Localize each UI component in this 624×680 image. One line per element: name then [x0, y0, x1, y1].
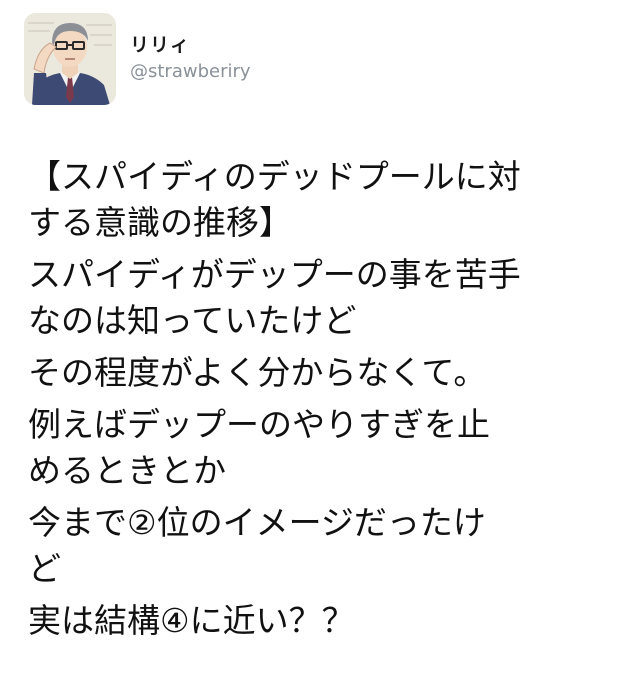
display-name[interactable]: リリィ	[130, 32, 251, 58]
tweet-line: 【スパイディのデッドプールに対	[28, 157, 521, 196]
user-avatar[interactable]	[24, 13, 116, 105]
tweet-line: その程度がよく分からなくて。	[28, 353, 487, 392]
tweet-text: 【スパイディのデッドプールに対 する意識の推移】 スパイディがデップーの事を苦手…	[28, 154, 616, 644]
tweet-line: ど	[28, 549, 61, 588]
tweet-line: めるときとか	[28, 451, 226, 490]
avatar-illustration-icon	[24, 13, 116, 105]
tweet-line: なのは知っていたけど	[28, 301, 357, 340]
user-meta: リリィ @strawberiry	[130, 32, 251, 86]
tweet-line: 実は結構④に近い？？	[28, 601, 355, 640]
user-handle[interactable]: @strawberiry	[130, 58, 251, 86]
tweet-line: 今まで②位のイメージだったけ	[28, 503, 486, 542]
tweet-header: リリィ @strawberiry	[24, 13, 251, 105]
tweet-line: 例えばデップーのやりすぎを止	[28, 405, 490, 444]
tweet-line: する意識の推移】	[28, 203, 292, 242]
tweet-line: スパイディがデップーの事を苦手	[28, 255, 521, 294]
